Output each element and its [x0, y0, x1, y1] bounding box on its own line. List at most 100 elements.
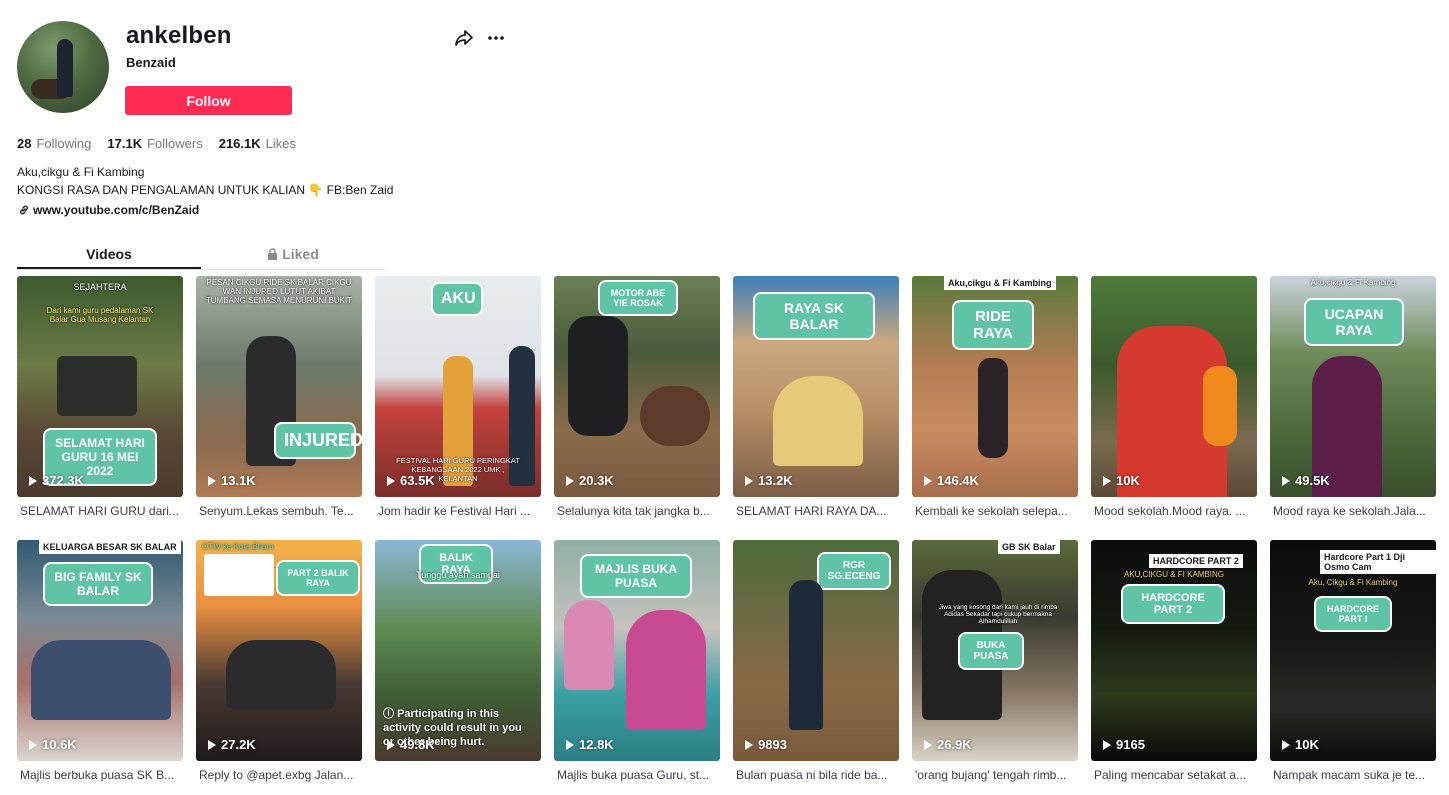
video-caption[interactable]: Mood raya ke sekolah.Jala...	[1270, 504, 1436, 518]
video-overlay-text: AKU,CIKGU & FI KAMBING	[1123, 570, 1224, 579]
video-thumbnail[interactable]: 10K	[1091, 276, 1257, 497]
crowd-shape	[773, 376, 863, 466]
video-caption[interactable]: Reply to @apet.exbg Jalan...	[196, 768, 362, 782]
play-icon	[924, 475, 932, 486]
video-card[interactable]: Hardcore Part 1 Dji Osmo Cam Aku, Cikgu …	[1270, 540, 1436, 794]
stat-followers[interactable]: 17.1K Followers	[107, 136, 202, 151]
video-thumbnail[interactable]: Hardcore Part 1 Dji Osmo Cam Aku, Cikgu …	[1270, 540, 1436, 761]
play-icon	[208, 739, 216, 750]
play-icon	[1282, 739, 1290, 750]
video-card[interactable]: MOTOR ABE YIE ROSAK 20.3K Selalunya kita…	[554, 276, 720, 530]
profile-bio: Aku,cikgu & Fi Kambing KONGSI RASA DAN P…	[17, 163, 393, 199]
car-shape	[226, 640, 336, 710]
video-caption[interactable]: Nampak macam suka je te...	[1270, 768, 1436, 782]
video-card[interactable]: Aku,cikgu & Fi Kambing RIDE RAYA 146.4K …	[912, 276, 1078, 530]
play-icon	[208, 475, 216, 486]
video-thumbnail[interactable]: RGR SG.ECENG 9893	[733, 540, 899, 761]
comment-card	[204, 554, 274, 596]
video-card[interactable]: 10K Mood sekolah.Mood raya. ...	[1091, 276, 1257, 530]
video-thumbnail[interactable]: Aku,cikgu & Fi Kambing UCAPAN RAYA 49.5K	[1270, 276, 1436, 497]
view-count: 27.2K	[208, 737, 256, 752]
view-count: 49.5K	[1282, 473, 1330, 488]
video-tag: Aku,cikgu & Fi Kambing	[944, 276, 1056, 290]
bio-line: KONGSI RASA DAN PENGALAMAN UNTUK KALIAN …	[17, 183, 394, 197]
video-sticker: PART 2 BALIK RAYA	[276, 560, 360, 596]
video-card[interactable]: HARDCORE PART 2 AKU,CIKGU & FI KAMBING H…	[1091, 540, 1257, 794]
video-caption[interactable]: SELAMAT HARI RAYA DA...	[733, 504, 899, 518]
video-card[interactable]: Aku,cikgu & Fi Kambing UCAPAN RAYA 49.5K…	[1270, 276, 1436, 530]
tab-liked[interactable]: Liked	[201, 240, 385, 269]
video-thumbnail[interactable]: Aku,cikgu & Fi Kambing RIDE RAYA 146.4K	[912, 276, 1078, 497]
video-caption[interactable]: Senyum.Lekas sembuh. Te...	[196, 504, 362, 518]
profile-link-text[interactable]: www.youtube.com/c/BenZaid	[33, 203, 199, 217]
video-card[interactable]: RAYA SK BALAR 13.2K SELAMAT HARI RAYA DA…	[733, 276, 899, 530]
video-thumbnail[interactable]: OTW ke Kota Bharu PART 2 BALIK RAYA 27.2…	[196, 540, 362, 761]
video-sticker: BUKA PUASA	[958, 632, 1024, 670]
view-count: 13.2K	[745, 473, 793, 488]
video-sticker: HARDCORE PART I	[1314, 596, 1392, 632]
video-thumbnail[interactable]: RAYA SK BALAR 13.2K	[733, 276, 899, 497]
video-caption[interactable]: Majlis berbuka puasa SK B...	[17, 768, 183, 782]
follow-button[interactable]: Follow	[125, 86, 292, 115]
video-card[interactable]: MAJLIS BUKA PUASA 12.8K Majlis buka puas…	[554, 540, 720, 794]
video-thumbnail[interactable]: MOTOR ABE YIE ROSAK 20.3K	[554, 276, 720, 497]
video-thumbnail[interactable]: PESAN CIKGU RIDE SK BALAR CIKGU WAN INJU…	[196, 276, 362, 497]
vehicle-shape	[57, 356, 137, 416]
profile-avatar[interactable]	[17, 21, 109, 113]
person-shape	[789, 580, 823, 730]
view-count: 10.6K	[29, 737, 77, 752]
video-thumbnail[interactable]: HARDCORE PART 2 AKU,CIKGU & FI KAMBING H…	[1091, 540, 1257, 761]
video-card[interactable]: PESAN CIKGU RIDE SK BALAR CIKGU WAN INJU…	[196, 276, 362, 530]
video-card[interactable]: RGR SG.ECENG 9893 Bulan puasa ni bila ri…	[733, 540, 899, 794]
video-sticker: BIG FAMILY SK BALAR	[43, 562, 153, 606]
stat-following[interactable]: 28 Following	[17, 136, 91, 151]
play-icon	[1103, 739, 1111, 750]
video-caption[interactable]: SELAMAT HARI GURU dari...	[17, 504, 183, 518]
avatar-person	[57, 39, 73, 97]
video-sticker: INJURED	[274, 422, 362, 459]
video-thumbnail[interactable]: GB SK Balar Jiwa yang kosong dari kami j…	[912, 540, 1078, 761]
video-card[interactable]: SEJAHTERA Dari kami guru pedalaman SK Ba…	[17, 276, 183, 530]
video-card[interactable]: OTW ke Kota Bharu PART 2 BALIK RAYA 27.2…	[196, 540, 362, 794]
video-overlay-text: SEJAHTERA	[73, 282, 127, 292]
crowd-shape	[31, 640, 171, 720]
video-card[interactable]: GB SK Balar Jiwa yang kosong dari kami j…	[912, 540, 1078, 794]
video-sticker: AKU	[431, 282, 483, 316]
video-thumbnail[interactable]: SEJAHTERA Dari kami guru pedalaman SK Ba…	[17, 276, 183, 497]
video-card[interactable]: AKU FESTIVAL HARI GURU PERINGKAT KEBANGS…	[375, 276, 541, 530]
person-shape	[568, 316, 628, 436]
video-thumbnail[interactable]: BALIK RAYA Tunggu ayah sampai ⓘ Particip…	[375, 540, 541, 761]
video-overlay-subtext: Jiwa yang kosong dari kami jauh di rimba…	[938, 604, 1058, 625]
play-icon	[29, 475, 37, 486]
play-icon	[387, 475, 395, 486]
video-caption[interactable]: Selalunya kita tak jangka b...	[554, 504, 720, 518]
view-count: 49.8K	[387, 737, 435, 752]
video-caption[interactable]: Kembali ke sekolah selepa...	[912, 504, 1078, 518]
video-caption[interactable]: Paling mencabar setakat a...	[1091, 768, 1257, 782]
person-shape	[564, 600, 614, 690]
video-tag: KELUARGA BESAR SK BALAR	[39, 540, 181, 554]
video-caption[interactable]: Majlis buka puasa Guru, st...	[554, 768, 720, 782]
video-sticker: UCAPAN RAYA	[1304, 298, 1404, 346]
view-count: 372.3K	[29, 473, 84, 488]
video-card[interactable]: KELUARGA BESAR SK BALAR BIG FAMILY SK BA…	[17, 540, 183, 794]
video-overlay-text: OTW ke Kota Bharu	[202, 542, 274, 551]
more-options-icon[interactable]	[486, 28, 506, 48]
profile-link[interactable]: www.youtube.com/c/BenZaid	[18, 203, 199, 217]
profile-stats: 28 Following 17.1K Followers 216.1K Likes	[17, 136, 296, 151]
view-count: 63.5K	[387, 473, 435, 488]
video-caption[interactable]: Bulan puasa ni bila ride ba...	[733, 768, 899, 782]
video-tag: GB SK Balar	[998, 540, 1060, 554]
share-icon[interactable]	[454, 28, 474, 48]
video-caption[interactable]: Jom hadir ke Festival Hari ...	[375, 504, 541, 518]
video-thumbnail[interactable]: MAJLIS BUKA PUASA 12.8K	[554, 540, 720, 761]
video-sticker: MOTOR ABE YIE ROSAK	[598, 280, 678, 316]
video-thumbnail[interactable]: KELUARGA BESAR SK BALAR BIG FAMILY SK BA…	[17, 540, 183, 761]
video-caption[interactable]: 'orang bujang' tengah rimb...	[912, 768, 1078, 782]
video-thumbnail[interactable]: AKU FESTIVAL HARI GURU PERINGKAT KEBANGS…	[375, 276, 541, 497]
video-sticker: RIDE RAYA	[952, 300, 1034, 350]
play-icon	[1282, 475, 1290, 486]
tab-videos[interactable]: Videos	[17, 240, 201, 269]
video-caption[interactable]: Mood sekolah.Mood raya. ...	[1091, 504, 1257, 518]
video-card[interactable]: BALIK RAYA Tunggu ayah sampai ⓘ Particip…	[375, 540, 541, 794]
